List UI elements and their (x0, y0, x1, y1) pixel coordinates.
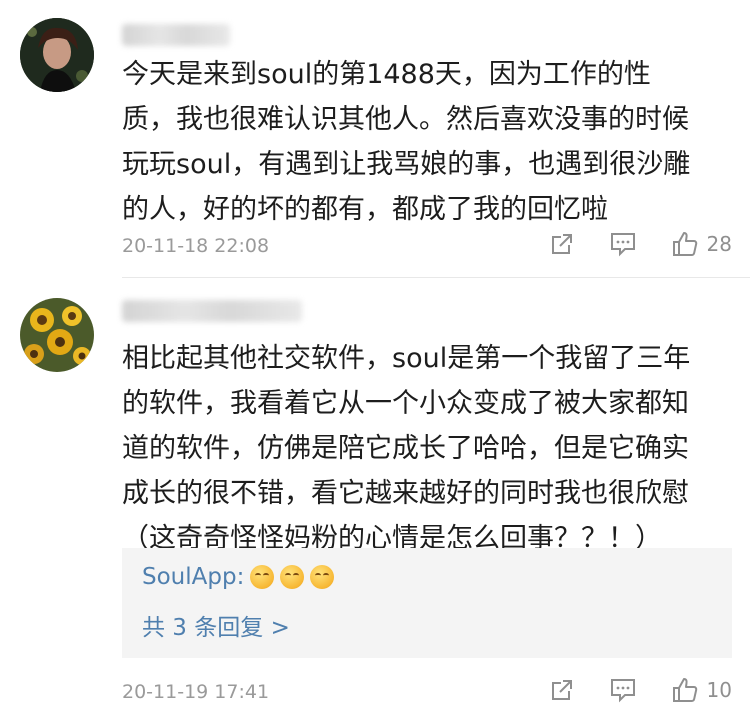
reply-author[interactable]: SoulApp: (142, 564, 335, 590)
comment-line: 成长的很不错，看它越来越好的同时我也很欣慰 (122, 478, 689, 509)
thumbs-up-icon (672, 232, 697, 256)
reply-preview[interactable]: SoulApp: 共 3 条回复 > (122, 548, 732, 658)
comment-2: 相比起其他社交软件，soul是第一个我留了三年 的软件，我看着它从一个小众变成了… (0, 278, 750, 720)
like-button[interactable]: 28 (671, 230, 732, 258)
comment-actions: 28 (515, 230, 732, 258)
like-count: 10 (706, 678, 732, 702)
comment-text: 相比起其他社交软件，soul是第一个我留了三年 的软件，我看着它从一个小众变成了… (122, 336, 722, 561)
like-button[interactable]: 10 (671, 676, 732, 704)
reply-author-name: SoulApp: (142, 564, 245, 590)
avatar[interactable] (20, 18, 94, 92)
username-blurred[interactable] (122, 24, 230, 46)
share-button[interactable] (549, 677, 575, 703)
kiss-emoji-icon (280, 565, 305, 589)
comment-line: 道的软件，仿佛是陪它成长了哈哈，但是它确实 (122, 433, 689, 464)
comment-line: 玩玩soul，有遇到让我骂娘的事，也遇到很沙雕 (122, 149, 691, 180)
username-blurred[interactable] (122, 300, 302, 322)
avatar[interactable] (20, 298, 94, 372)
reply-button[interactable] (609, 231, 637, 257)
reply-button[interactable] (609, 677, 637, 703)
comment-line: 的人，好的坏的都有，都成了我的回忆啦 (122, 194, 608, 225)
share-icon (551, 234, 572, 254)
view-replies-link[interactable]: 共 3 条回复 > (142, 608, 290, 642)
comment-line: 质，我也很难认识其他人。然后喜欢没事的时候 (122, 104, 689, 135)
comment-text: 今天是来到soul的第1488天，因为工作的性 质，我也很难认识其他人。然后喜欢… (122, 52, 722, 232)
comment-line: 的软件，我看着它从一个小众变成了被大家都知 (122, 388, 689, 419)
timestamp: 20-11-19 17:41 (122, 681, 270, 703)
comment-line: 相比起其他社交软件，soul是第一个我留了三年 (122, 343, 691, 374)
like-count: 28 (706, 232, 732, 256)
comment-line: 今天是来到soul的第1488天，因为工作的性 (122, 59, 651, 90)
comment-icon (610, 233, 635, 257)
comment-1: 今天是来到soul的第1488天，因为工作的性 质，我也很难认识其他人。然后喜欢… (0, 0, 750, 280)
share-icon (551, 680, 572, 700)
comment-icon (610, 679, 635, 703)
kiss-emoji-icon (310, 565, 335, 589)
kiss-emoji-icon (250, 565, 275, 589)
share-button[interactable] (549, 231, 575, 257)
thumbs-up-icon (672, 678, 697, 702)
comment-actions: 10 (515, 676, 732, 704)
timestamp: 20-11-18 22:08 (122, 235, 270, 257)
